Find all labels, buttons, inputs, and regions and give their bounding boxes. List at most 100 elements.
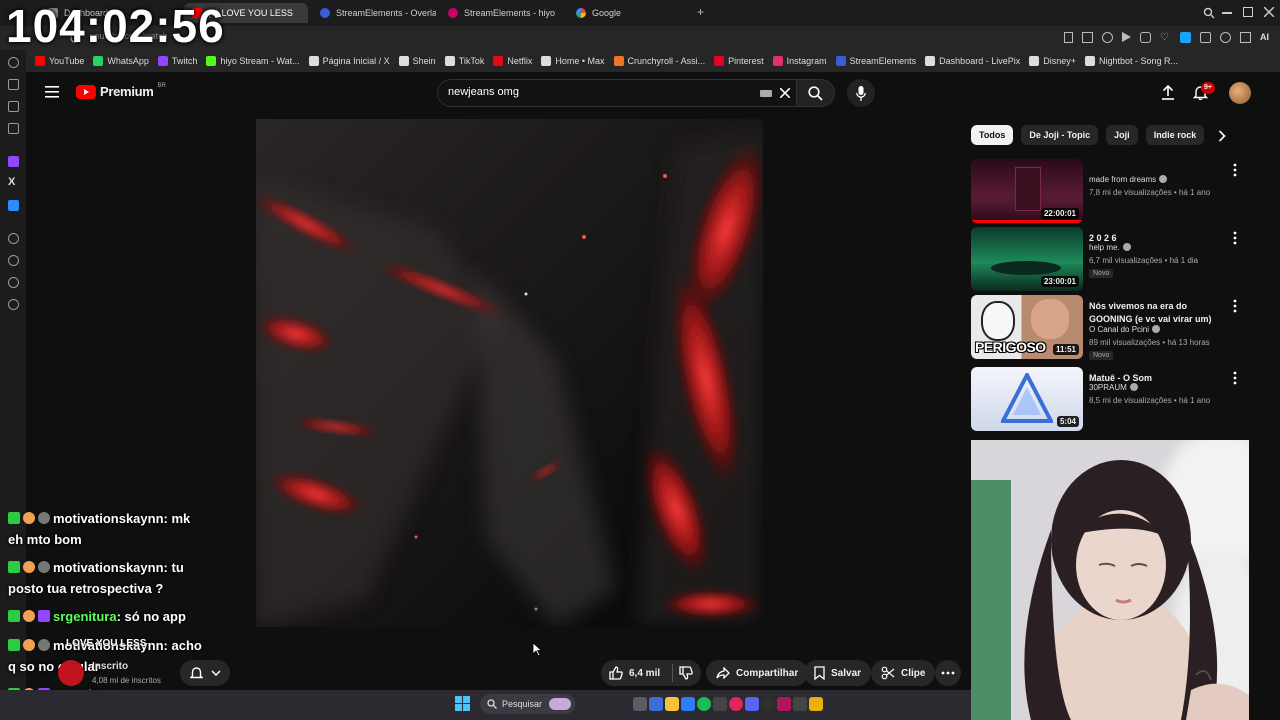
- chevron-right-icon[interactable]: [1218, 130, 1226, 142]
- bookmark-item[interactable]: Crunchyroll - Assi...: [613, 56, 705, 66]
- download-icon[interactable]: [1240, 32, 1251, 43]
- video-player[interactable]: [256, 119, 763, 627]
- extension-icon[interactable]: [1140, 32, 1151, 43]
- tab-streamelements-hiyo[interactable]: StreamElements - hiyo: [440, 3, 564, 23]
- windows-start-icon[interactable]: [455, 696, 470, 711]
- tab-streamelements-overlay[interactable]: StreamElements - Overla: [312, 3, 436, 23]
- video-thumbnail[interactable]: 5:04: [971, 367, 1083, 431]
- upload-icon[interactable]: [1161, 85, 1175, 100]
- reader-icon[interactable]: [8, 123, 19, 134]
- chip-de-joji-topic[interactable]: De Joji - Topic: [1021, 125, 1099, 145]
- recommendation-item[interactable]: PERIGOSO 11:51 Nós vivemos na era do GOO…: [971, 295, 1261, 360]
- subscribed-button[interactable]: [180, 660, 230, 686]
- bookmark-item[interactable]: WhatsApp: [93, 56, 149, 66]
- player-icon[interactable]: [8, 233, 19, 244]
- search-box[interactable]: newjeans omg: [437, 79, 797, 107]
- history-icon[interactable]: [8, 57, 19, 68]
- history-icon[interactable]: [8, 255, 19, 266]
- dislike-icon[interactable]: [679, 666, 693, 680]
- more-options-icon[interactable]: [1230, 231, 1240, 245]
- bookmark-icon[interactable]: [1064, 32, 1073, 43]
- recommendation-item[interactable]: 5:04 Matuê - O Som 30PRAUM 8,5 mi de vis…: [971, 367, 1261, 431]
- video-thumbnail[interactable]: 23:00:01: [971, 227, 1083, 291]
- app-icon[interactable]: [8, 200, 19, 211]
- app-icon[interactable]: [713, 697, 727, 711]
- bookmark-favicon-icon: [772, 56, 783, 66]
- file-explorer-icon[interactable]: [665, 697, 679, 711]
- like-icon[interactable]: [609, 666, 623, 680]
- puzzle-icon[interactable]: [1200, 32, 1211, 43]
- screenshot-icon[interactable]: [1082, 32, 1093, 43]
- bookmark-item[interactable]: Disney+: [1029, 56, 1076, 66]
- app-icon[interactable]: [649, 697, 663, 711]
- messenger-icon[interactable]: [8, 79, 19, 90]
- video-thumbnail[interactable]: 22:00:01: [971, 159, 1083, 223]
- keyboard-icon[interactable]: [760, 90, 772, 97]
- bookmark-item[interactable]: Nightbot - Song R...: [1084, 56, 1178, 66]
- maximize-icon[interactable]: [1243, 7, 1253, 17]
- workspaces-icon[interactable]: [8, 101, 19, 112]
- search-input[interactable]: newjeans omg: [448, 86, 519, 98]
- bookmark-item[interactable]: YouTube: [35, 56, 84, 66]
- bookmark-item[interactable]: Dashboard - LivePix: [925, 56, 1020, 66]
- minimize-icon[interactable]: [1222, 12, 1232, 14]
- bookmark-item[interactable]: TikTok: [444, 56, 484, 66]
- bookmark-item[interactable]: Netflix: [493, 56, 532, 66]
- chip-joji[interactable]: Joji: [1106, 125, 1138, 145]
- save-button[interactable]: Salvar: [804, 660, 872, 686]
- search-button[interactable]: [797, 79, 835, 107]
- bookmark-item[interactable]: Shein: [398, 56, 436, 66]
- voice-search-button[interactable]: [847, 79, 875, 107]
- block-icon[interactable]: [1102, 32, 1113, 43]
- share-button[interactable]: Compartilhar: [706, 660, 809, 686]
- chip-todos[interactable]: Todos: [971, 125, 1014, 145]
- bookmark-item[interactable]: hiyo Stream - Wat...: [206, 56, 300, 66]
- hamburger-menu-icon[interactable]: [45, 86, 59, 98]
- channel-avatar[interactable]: [58, 660, 84, 686]
- bookmark-item[interactable]: Pinterest: [714, 56, 764, 66]
- new-tab-icon[interactable]: +: [697, 6, 709, 18]
- app-icon[interactable]: [809, 697, 823, 711]
- recommendation-item[interactable]: 22:00:01 made from dreams 7,8 mi de visu…: [971, 159, 1261, 223]
- app-icon[interactable]: [681, 697, 695, 711]
- app-icon[interactable]: [777, 697, 791, 711]
- browser-icon[interactable]: [729, 697, 743, 711]
- settings-icon[interactable]: [8, 299, 19, 310]
- play-icon[interactable]: [1122, 32, 1131, 42]
- spotify-icon[interactable]: [697, 697, 711, 711]
- badge-icon: [38, 610, 50, 622]
- bookmark-item[interactable]: Twitch: [157, 56, 197, 66]
- like-count: 6,4 mil: [629, 667, 661, 679]
- bookmark-item[interactable]: Instagram: [772, 56, 827, 66]
- clip-button[interactable]: Clipe: [871, 660, 936, 686]
- youtube-premium-logo[interactable]: Premium BR: [76, 83, 166, 99]
- extension-icon[interactable]: [1180, 32, 1191, 43]
- search-tabs-icon[interactable]: [1203, 7, 1215, 19]
- webcam-feed: [971, 440, 1249, 720]
- clear-search-icon[interactable]: [780, 88, 790, 98]
- more-options-icon[interactable]: [1230, 163, 1240, 177]
- bookmark-item[interactable]: StreamElements: [835, 56, 916, 66]
- discord-icon[interactable]: [745, 697, 759, 711]
- recommendation-item[interactable]: 23:00:01 2 0 2 6 help me. 6,7 mil visual…: [971, 227, 1261, 291]
- x-icon[interactable]: X: [8, 176, 15, 188]
- app-icon[interactable]: [793, 697, 807, 711]
- more-options-icon[interactable]: [1230, 371, 1240, 385]
- more-actions-button[interactable]: [935, 660, 961, 686]
- bookmark-item[interactable]: Página Inicial / X: [308, 56, 390, 66]
- close-window-icon[interactable]: [1264, 7, 1274, 17]
- twitch-icon[interactable]: [8, 156, 19, 167]
- task-view-icon[interactable]: [633, 697, 647, 711]
- heart-icon[interactable]: ♡: [1160, 32, 1171, 43]
- obs-icon[interactable]: [761, 697, 775, 711]
- avatar[interactable]: [1229, 82, 1251, 104]
- ai-icon[interactable]: AI: [1260, 32, 1271, 43]
- taskbar-search[interactable]: Pesquisar: [480, 694, 575, 714]
- bookmark-item[interactable]: Home • Max: [541, 56, 605, 66]
- tab-google[interactable]: Google: [568, 3, 692, 23]
- more-options-icon[interactable]: [1230, 299, 1240, 313]
- profile-icon[interactable]: [1220, 32, 1231, 43]
- chip-indie-rock[interactable]: Indie rock: [1145, 125, 1205, 145]
- video-thumbnail[interactable]: PERIGOSO 11:51: [971, 295, 1083, 359]
- download-icon[interactable]: [8, 277, 19, 288]
